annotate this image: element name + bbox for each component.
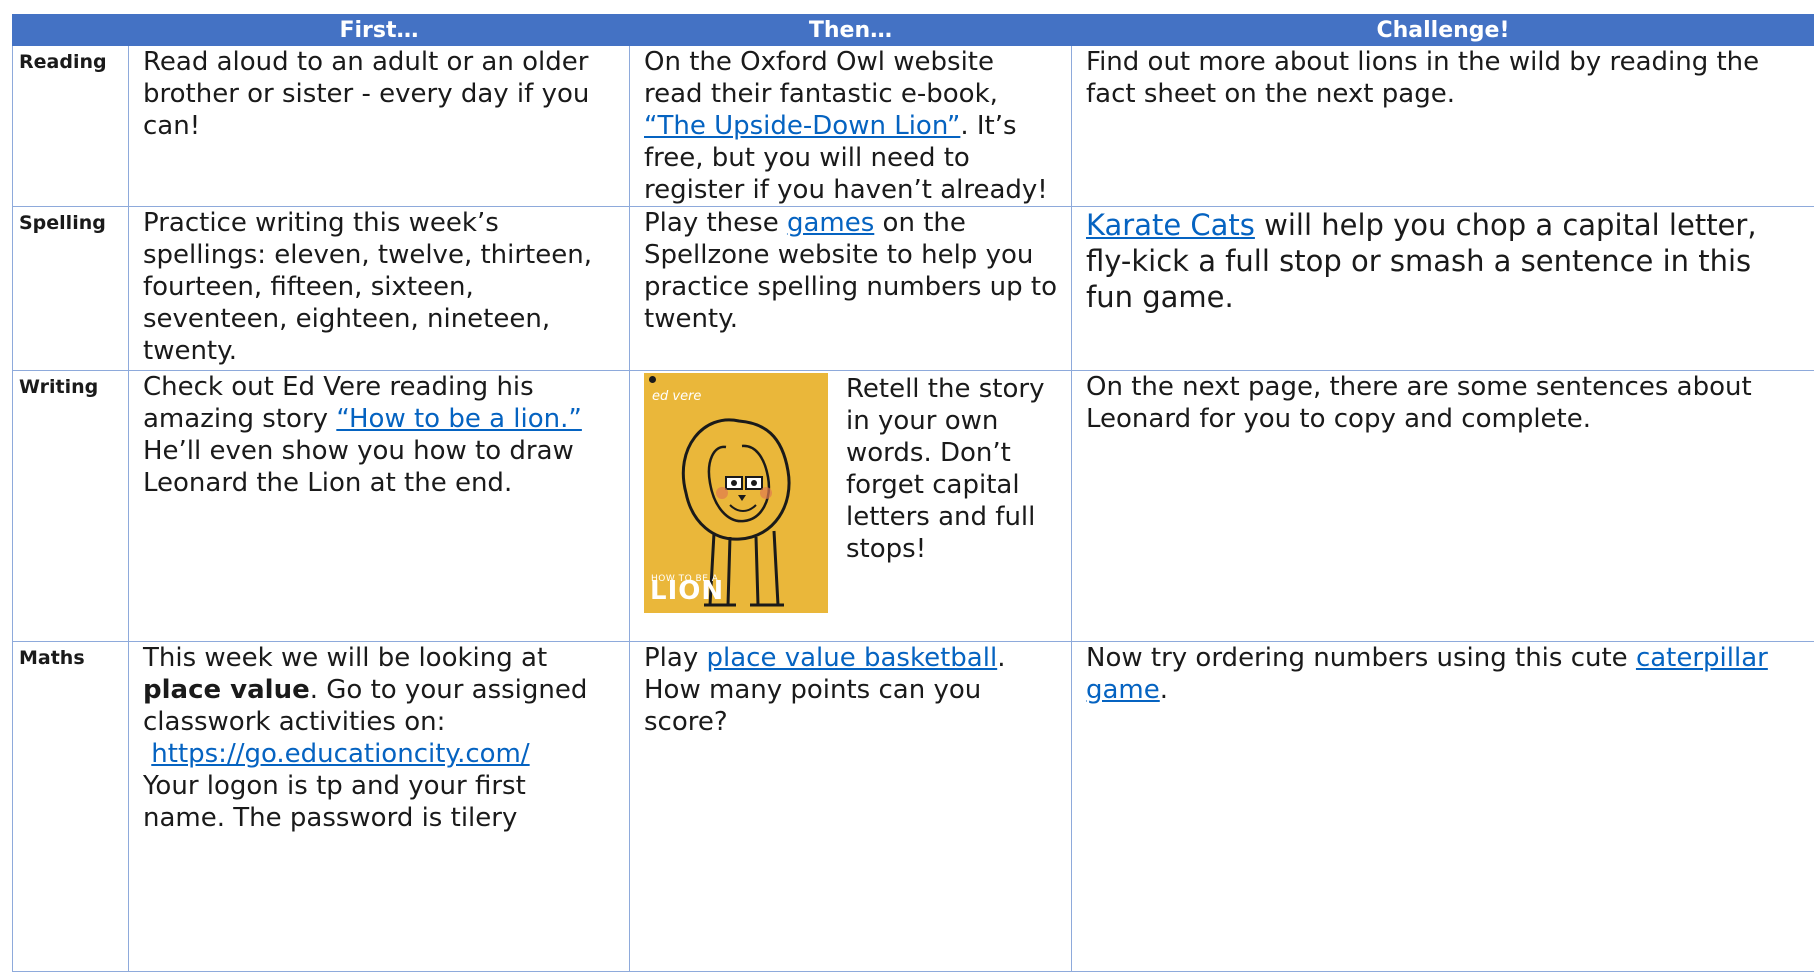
spelling-then-text: Play these games on the Spellzone websit…: [644, 207, 1057, 335]
header-corner: [13, 15, 129, 46]
maths-first-post: Your logon is tp and your first name. Th…: [143, 771, 526, 833]
maths-then-text: Play place value basketball. How many po…: [644, 642, 1057, 738]
maths-first-cell: This week we will be looking at place va…: [129, 642, 630, 972]
reading-challenge-text: Find out more about lions in the wild by…: [1086, 46, 1800, 110]
spelling-first-text: Practice writing this week’s spellings: …: [143, 207, 615, 367]
writing-first-cell: Check out Ed Vere reading his amazing st…: [129, 371, 630, 642]
games-link[interactable]: games: [787, 208, 874, 238]
reading-challenge-cell: Find out more about lions in the wild by…: [1072, 46, 1814, 207]
row-label-writing: Writing: [13, 371, 129, 642]
home-learning-table: First… Then… Challenge! Reading Read alo…: [12, 14, 1814, 972]
maths-challenge-text: Now try ordering numbers using this cute…: [1086, 642, 1800, 706]
writing-first-post: He’ll even show you how to draw Leonard …: [143, 436, 574, 498]
writing-challenge-text: On the next page, there are some sentenc…: [1086, 371, 1800, 435]
spelling-first-cell: Practice writing this week’s spellings: …: [129, 207, 630, 371]
place-value-bold: place value: [143, 675, 310, 705]
maths-challenge-pre: Now try ordering numbers using this cute: [1086, 643, 1628, 673]
row-label-reading: Reading: [13, 46, 129, 207]
reading-then-cell: On the Oxford Owl website read their fan…: [630, 46, 1072, 207]
header-challenge: Challenge!: [1072, 15, 1814, 46]
reading-then-text: On the Oxford Owl website read their fan…: [644, 46, 1057, 206]
header-then: Then…: [630, 15, 1072, 46]
header-first: First…: [129, 15, 630, 46]
row-writing: Writing Check out Ed Vere reading his am…: [13, 371, 1814, 642]
writing-then-layout: ed vere: [644, 371, 1057, 613]
spelling-challenge-cell: Karate Cats will help you chop a capital…: [1072, 207, 1814, 371]
place-value-basketball-link[interactable]: place value basketball: [707, 643, 998, 673]
upside-down-lion-link[interactable]: “The Upside-Down Lion”: [644, 111, 960, 141]
writing-challenge-cell: On the next page, there are some sentenc…: [1072, 371, 1814, 642]
spelling-then-cell: Play these games on the Spellzone websit…: [630, 207, 1072, 371]
spelling-then-pre: Play these: [644, 208, 779, 238]
book-cover-image: ed vere: [644, 373, 828, 613]
row-maths: Maths This week we will be looking at pl…: [13, 642, 1814, 972]
writing-then-text: Retell the story in your own words. Don’…: [846, 373, 1057, 613]
karate-cats-link[interactable]: Karate Cats: [1086, 208, 1255, 242]
reading-then-pre: On the Oxford Owl website read their fan…: [644, 47, 998, 109]
row-reading: Reading Read aloud to an adult or an old…: [13, 46, 1814, 207]
maths-then-pre: Play: [644, 643, 698, 673]
maths-challenge-post: .: [1160, 675, 1168, 705]
maths-first-pre: This week we will be looking at: [143, 643, 547, 673]
reading-first-cell: Read aloud to an adult or an older broth…: [129, 46, 630, 207]
education-city-link[interactable]: https://go.educationcity.com/: [151, 739, 529, 769]
book-cover-title-big: LION: [650, 575, 724, 607]
row-label-spelling: Spelling: [13, 207, 129, 371]
row-label-maths: Maths: [13, 642, 129, 972]
spelling-challenge-text: Karate Cats will help you chop a capital…: [1086, 207, 1800, 315]
maths-challenge-cell: Now try ordering numbers using this cute…: [1072, 642, 1814, 972]
maths-first-text: This week we will be looking at place va…: [143, 642, 615, 834]
reading-first-text: Read aloud to an adult or an older broth…: [143, 46, 615, 142]
how-to-be-a-lion-link[interactable]: “How to be a lion.”: [336, 404, 582, 434]
header-row: First… Then… Challenge!: [13, 15, 1814, 46]
maths-then-cell: Play place value basketball. How many po…: [630, 642, 1072, 972]
row-spelling: Spelling Practice writing this week’s sp…: [13, 207, 1814, 371]
writing-then-cell: ed vere: [630, 371, 1072, 642]
writing-first-text: Check out Ed Vere reading his amazing st…: [143, 371, 615, 499]
